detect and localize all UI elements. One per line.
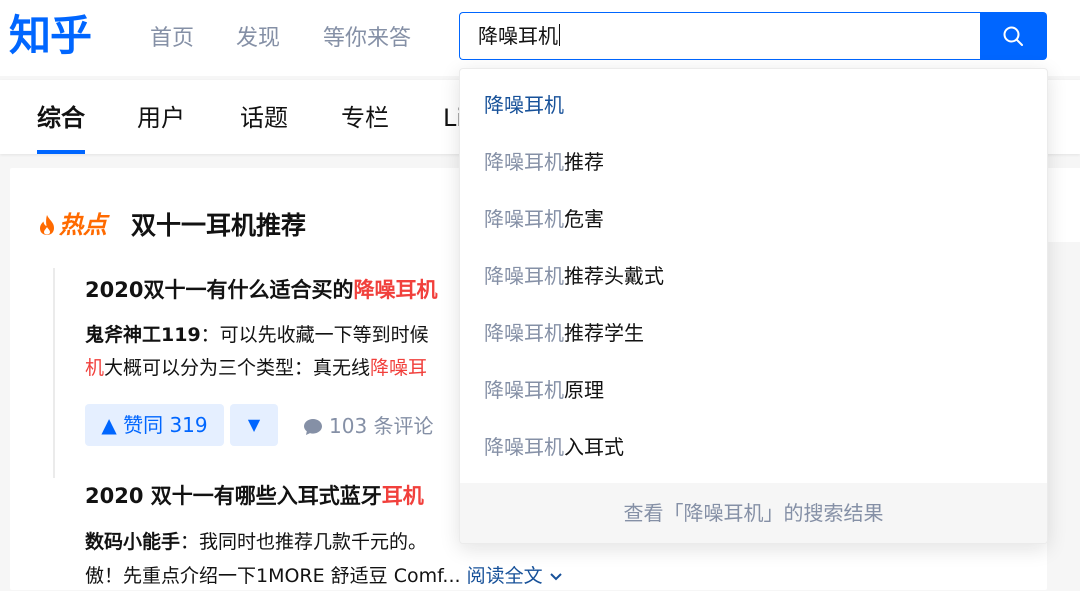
nav-home[interactable]: 首页 — [150, 24, 194, 54]
suggestion-prefix: 降噪耳机 — [484, 93, 564, 117]
excerpt-text: 傲！先重点介绍一下1MORE 舒适豆 Comf... — [85, 565, 461, 587]
hot-badge: 热点 — [37, 210, 107, 240]
suggestion-suffix: 入耳式 — [564, 435, 624, 459]
hot-badge-label: 热点 — [59, 211, 107, 239]
suggestion-suffix: 推荐头戴式 — [564, 264, 664, 288]
thread-divider — [53, 268, 55, 478]
sidebar-card-edge — [1048, 168, 1080, 242]
suggestion-item[interactable]: 降噪耳机 — [484, 90, 564, 120]
suggestion-item[interactable]: 降噪耳机入耳式 — [484, 432, 624, 462]
answer-excerpt-line2[interactable]: 机大概可以分为三个类型：真无线降噪耳 — [85, 353, 427, 383]
comments-count: 103 条评论 — [329, 414, 434, 438]
author-name[interactable]: 鬼斧神工119 — [85, 324, 201, 346]
suggestion-prefix: 降噪耳机 — [484, 378, 564, 402]
search-input[interactable]: 降噪耳机 — [459, 12, 980, 60]
suggestion-item[interactable]: 降噪耳机原理 — [484, 375, 604, 405]
downvote-button[interactable]: ▼ — [230, 404, 278, 446]
tab-columns[interactable]: 专栏 — [341, 102, 389, 134]
view-all-results-link[interactable]: 查看「降噪耳机」的搜索结果 — [460, 483, 1047, 543]
flame-icon — [40, 215, 54, 235]
nav-waiting-answer[interactable]: 等你来答 — [323, 24, 411, 54]
title-text: 2020双十一有什么适合买的 — [85, 278, 354, 302]
tab-users[interactable]: 用户 — [137, 102, 185, 134]
top-header: 知乎 首页 发现 等你来答 降噪耳机 — [0, 0, 1080, 76]
suggestion-item[interactable]: 降噪耳机推荐头戴式 — [484, 261, 664, 291]
excerpt-highlight: 降噪耳 — [370, 357, 428, 379]
excerpt-highlight: 机 — [85, 357, 105, 379]
suggestion-suffix: 推荐 — [564, 150, 604, 174]
tab-topics[interactable]: 话题 — [240, 102, 288, 134]
search-button[interactable] — [980, 12, 1047, 60]
suggestion-prefix: 降噪耳机 — [484, 207, 564, 231]
tab-all[interactable]: 综合 — [37, 102, 85, 134]
suggestion-item[interactable]: 降噪耳机推荐学生 — [484, 318, 644, 348]
answer-excerpt-line2[interactable]: 傲！先重点介绍一下1MORE 舒适豆 Comf... 阅读全文 — [85, 561, 563, 591]
title-highlight: 降噪耳机 — [353, 278, 438, 302]
zhihu-logo[interactable]: 知乎 — [9, 8, 92, 64]
search-query-text: 降噪耳机 — [478, 24, 558, 48]
suggestion-prefix: 降噪耳机 — [484, 264, 564, 288]
suggestion-item[interactable]: 降噪耳机推荐 — [484, 147, 604, 177]
suggestion-item[interactable]: 降噪耳机危害 — [484, 204, 604, 234]
answer-title[interactable]: 2020双十一有什么适合买的降噪耳机 — [85, 275, 437, 305]
answer-excerpt[interactable]: 鬼斧神工119：可以先收藏一下等到时候 — [85, 320, 429, 350]
excerpt-text: 大概可以分为三个类型：真无线 — [104, 357, 371, 379]
suggestion-prefix: 降噪耳机 — [484, 321, 564, 345]
text-caret — [559, 24, 560, 46]
read-more-label: 阅读全文 — [466, 565, 543, 587]
answer-excerpt[interactable]: 数码小能手：我同时也推荐几款千元的。 — [85, 527, 427, 557]
suggestion-suffix: 推荐学生 — [564, 321, 644, 345]
author-name[interactable]: 数码小能手 — [85, 531, 180, 553]
search-icon — [1003, 26, 1023, 46]
suggestion-suffix: 危害 — [564, 207, 604, 231]
suggestion-prefix: 降噪耳机 — [484, 435, 564, 459]
comments-button[interactable]: 103 条评论 — [303, 411, 434, 441]
chevron-down-icon — [549, 573, 562, 581]
search-suggestions-dropdown: 降噪耳机 降噪耳机推荐 降噪耳机危害 降噪耳机推荐头戴式 降噪耳机推荐学生 降噪… — [459, 68, 1048, 544]
hot-topic-title[interactable]: 双十一耳机推荐 — [131, 210, 306, 242]
suggestion-suffix: 原理 — [564, 378, 604, 402]
nav-explore[interactable]: 发现 — [236, 24, 280, 54]
excerpt-text: ：我同时也推荐几款千元的。 — [180, 531, 428, 553]
answer-title[interactable]: 2020 双十一有哪些入耳式蓝牙耳机 — [85, 481, 424, 511]
title-highlight: 耳机 — [381, 484, 424, 508]
suggestion-prefix: 降噪耳机 — [484, 150, 564, 174]
excerpt-text: ：可以先收藏一下等到时候 — [200, 324, 429, 346]
comment-icon — [304, 419, 322, 435]
read-more-link[interactable]: 阅读全文 — [467, 565, 563, 587]
title-text: 2020 双十一有哪些入耳式蓝牙 — [85, 484, 382, 508]
upvote-button[interactable]: ▲ 赞同 319 — [85, 404, 224, 446]
search-input-value: 降噪耳机 — [478, 22, 560, 50]
active-tab-indicator — [37, 150, 85, 154]
